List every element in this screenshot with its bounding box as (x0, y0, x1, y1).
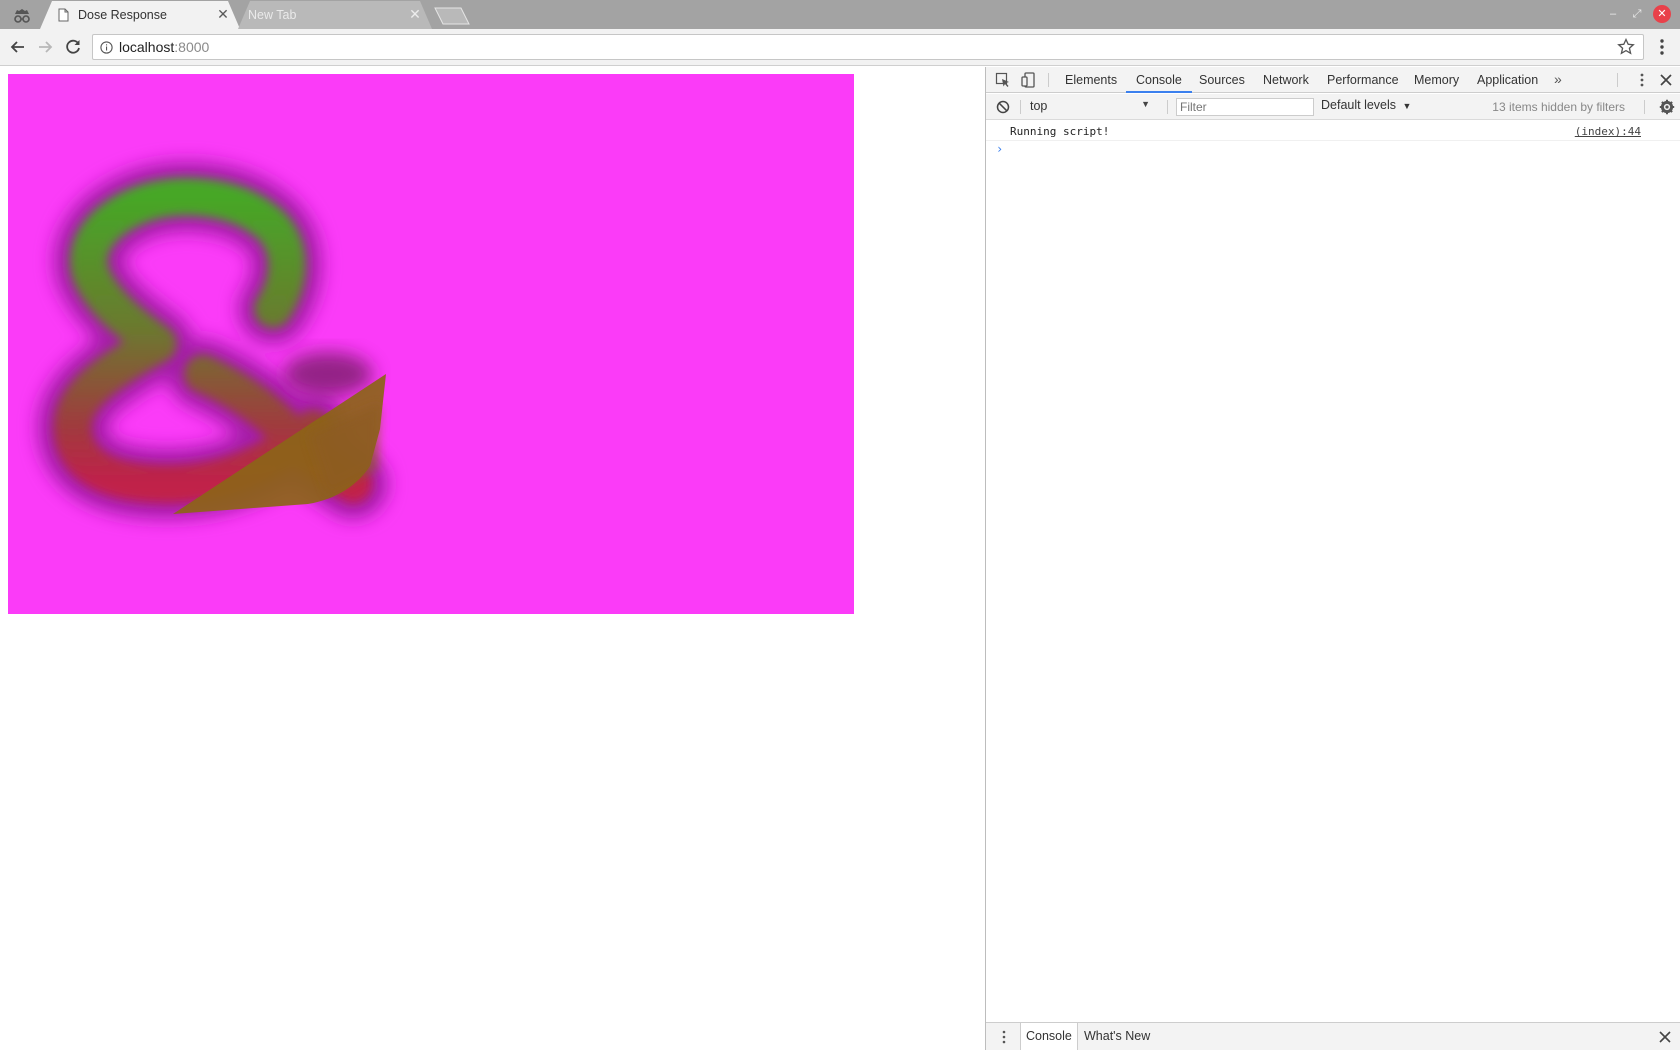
info-icon[interactable] (100, 41, 113, 54)
more-tabs-button[interactable]: » (1554, 71, 1562, 87)
tab-title: Dose Response (78, 8, 167, 22)
tab-network[interactable]: Network (1263, 67, 1309, 93)
minimize-button[interactable]: – (1604, 5, 1622, 23)
tab-new-tab[interactable]: New Tab ✕ (238, 1, 432, 29)
tab-close-icon[interactable]: ✕ (216, 7, 230, 21)
tab-application[interactable]: Application (1477, 67, 1538, 93)
console-settings-gear-icon[interactable] (1659, 99, 1675, 115)
close-devtools-icon[interactable] (1658, 72, 1674, 88)
devtools-tab-bar: Elements Console Sources Network Perform… (986, 67, 1680, 93)
tab-performance[interactable]: Performance (1327, 67, 1399, 93)
toolbar-divider (1617, 73, 1618, 87)
blurred-ampersand-shape (37, 161, 388, 519)
close-window-button[interactable]: ✕ (1653, 5, 1671, 23)
console-filter-input[interactable] (1176, 98, 1314, 116)
back-button[interactable] (8, 37, 28, 57)
page-viewport (0, 67, 985, 1050)
context-selector[interactable]: top ▼ (1030, 98, 1150, 116)
tab-title: New Tab (248, 8, 297, 22)
toolbar-divider (1167, 100, 1168, 114)
console-source-link[interactable]: (index):44 (1575, 125, 1641, 138)
devtools-panel: Elements Console Sources Network Perform… (985, 67, 1680, 1050)
console-message: Running script! (index):44 (986, 121, 1680, 141)
title-bar: Dose Response ✕ New Tab ✕ – ⤢ ✕ (0, 0, 1680, 29)
console-message-text: Running script! (1010, 125, 1110, 138)
toolbar-divider (1048, 73, 1049, 87)
incognito-icon (14, 9, 30, 23)
drawer-tab-console[interactable]: Console (1020, 1023, 1078, 1050)
drawer-tab-whats-new[interactable]: What's New (1079, 1023, 1155, 1050)
inspect-element-icon[interactable] (995, 72, 1011, 88)
log-levels-label: Default levels (1321, 98, 1397, 112)
tab-sources[interactable]: Sources (1199, 67, 1245, 93)
log-levels-dropdown[interactable]: Default levels ▼ (1321, 98, 1411, 112)
address-bar[interactable]: localhost:8000 (92, 34, 1644, 60)
clear-console-icon[interactable] (995, 99, 1011, 115)
toolbar-divider (1644, 100, 1645, 114)
reload-button[interactable] (63, 37, 83, 57)
new-tab-button[interactable] (434, 7, 470, 25)
maximize-button[interactable]: ⤢ (1628, 5, 1646, 23)
dropdown-arrow-icon: ▼ (1141, 99, 1150, 109)
forward-button[interactable] (35, 37, 55, 57)
url-text[interactable]: localhost:8000 (119, 39, 209, 55)
tab-close-icon[interactable]: ✕ (408, 7, 422, 21)
console-prompt[interactable]: › (996, 142, 1003, 156)
browser-toolbar: localhost:8000 (0, 29, 1680, 66)
tab-memory[interactable]: Memory (1414, 67, 1459, 93)
device-toolbar-icon[interactable] (1021, 72, 1037, 88)
hidden-items-count: 13 items hidden by filters (1492, 100, 1625, 114)
console-toolbar: top ▼ Default levels ▼ 13 items hidden b… (986, 94, 1680, 120)
devtools-drawer: Console What's New (986, 1022, 1680, 1050)
tab-dose-response[interactable]: Dose Response ✕ (40, 1, 240, 29)
tab-console[interactable]: Console (1126, 67, 1192, 93)
drawer-menu-icon[interactable] (996, 1029, 1012, 1045)
tab-elements[interactable]: Elements (1065, 67, 1117, 93)
dropdown-arrow-icon: ▼ (1402, 101, 1412, 111)
toolbar-divider (1020, 100, 1021, 114)
url-host: localhost (119, 39, 175, 55)
close-drawer-icon[interactable] (1657, 1029, 1673, 1045)
devtools-menu-icon[interactable] (1634, 72, 1650, 88)
browser-menu-icon[interactable] (1652, 37, 1672, 57)
render-canvas[interactable] (8, 74, 854, 614)
url-port: :8000 (174, 39, 210, 55)
bookmark-star-icon[interactable] (1617, 38, 1635, 56)
page-icon (58, 8, 69, 22)
context-value: top (1030, 99, 1048, 113)
